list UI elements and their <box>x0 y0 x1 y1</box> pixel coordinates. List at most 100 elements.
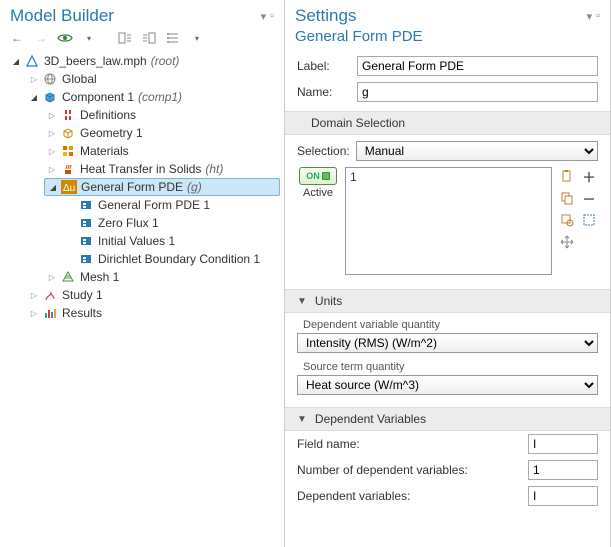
pde-icon: Δu <box>61 179 77 195</box>
panel-header-controls: ▾ ▫ <box>261 10 274 23</box>
move-button[interactable] <box>558 233 576 251</box>
tree-mesh-label: Mesh 1 <box>78 270 119 284</box>
twisty-icon[interactable] <box>47 181 59 193</box>
dependent-variables-header[interactable]: ▼ Dependent Variables <box>285 407 610 431</box>
units-header[interactable]: ▼ Units <box>285 289 610 313</box>
settings-header: Settings ▾ ▫ <box>285 0 610 28</box>
source-term-quantity-dropdown[interactable]: Heat source (W/m^3) <box>297 375 598 395</box>
units-label: Units <box>315 294 342 308</box>
tree-component[interactable]: Component 1 (comp1) <box>26 88 280 106</box>
tree-component-suffix: (comp1) <box>136 90 182 104</box>
tree-dirichlet-label: Dirichlet Boundary Condition 1 <box>96 252 260 266</box>
tree-pde-suffix: (g) <box>185 180 202 194</box>
nav-back-button[interactable]: ← <box>8 30 26 46</box>
geometry-icon <box>60 125 76 141</box>
tree-definitions-label: Definitions <box>78 108 136 122</box>
active-label: Active <box>303 187 333 199</box>
tree-dirichlet-bc[interactable]: Dirichlet Boundary Condition 1 <box>62 250 280 268</box>
dep-var-quantity-legend: Dependent variable quantity <box>297 319 598 331</box>
domain-list-item[interactable]: 1 <box>350 170 547 184</box>
model-tree[interactable]: 3D_beers_law.mph (root) Global <box>0 52 284 547</box>
name-input[interactable] <box>357 82 598 102</box>
label-input[interactable] <box>357 56 598 76</box>
model-root-icon <box>24 53 40 69</box>
field-name-row: Field name: <box>285 431 610 457</box>
tree-results-label: Results <box>60 306 102 320</box>
tree-materials[interactable]: Materials <box>44 142 280 160</box>
select-box-button[interactable] <box>580 211 598 229</box>
twisty-icon[interactable] <box>28 289 40 301</box>
materials-icon <box>60 143 76 159</box>
twisty-icon[interactable] <box>46 109 58 121</box>
collapse-button[interactable] <box>116 30 134 46</box>
domain-body: ON Active 1 ＋ － <box>285 165 610 283</box>
twisty-icon[interactable] <box>46 127 58 139</box>
tree-global[interactable]: Global <box>26 70 280 88</box>
twisty-icon[interactable] <box>28 307 40 319</box>
tree-root[interactable]: 3D_beers_law.mph (root) <box>8 52 280 70</box>
model-builder-title: Model Builder <box>10 6 114 26</box>
dropdown-1-icon[interactable]: ▾ <box>80 30 98 46</box>
tree-mesh[interactable]: Mesh 1 <box>44 268 280 286</box>
expand-button[interactable] <box>140 30 158 46</box>
settings-header-controls: ▾ ▫ <box>587 10 600 23</box>
tree-zero-flux[interactable]: Zero Flux 1 <box>62 214 280 232</box>
tree-geometry-label: Geometry 1 <box>78 126 143 140</box>
dep-var-quantity-dropdown[interactable]: Intensity (RMS) (W/m^2) <box>297 333 598 353</box>
twisty-icon[interactable] <box>46 271 58 283</box>
dropdown-2-icon[interactable]: ▾ <box>188 30 206 46</box>
add-button[interactable]: ＋ <box>580 167 598 185</box>
twisty-icon[interactable] <box>10 55 22 67</box>
definitions-icon <box>60 107 76 123</box>
dep-vars-row: Dependent variables: <box>285 483 610 509</box>
zoom-button[interactable] <box>558 211 576 229</box>
initial-values-icon <box>78 233 94 249</box>
detach-icon[interactable]: ▫ <box>270 10 274 23</box>
twisty-icon[interactable] <box>28 73 40 85</box>
selection-dropdown[interactable]: Manual <box>356 141 598 161</box>
tree-results[interactable]: Results <box>26 304 280 322</box>
collapse-arrow-icon: ▼ <box>297 414 307 425</box>
dependent-variables-label: Dependent Variables <box>315 412 426 426</box>
tree-pde-1[interactable]: General Form PDE 1 <box>62 196 280 214</box>
tree-geometry[interactable]: Geometry 1 <box>44 124 280 142</box>
tree-pde-label: General Form PDE <box>79 180 183 194</box>
num-dep-vars-input[interactable] <box>528 460 598 480</box>
tree-heat-label: Heat Transfer in Solids <box>78 162 201 176</box>
collapse-arrow-icon: ▼ <box>297 296 307 307</box>
source-term-quantity-legend: Source term quantity <box>297 361 598 373</box>
domain-list[interactable]: 1 <box>345 167 552 275</box>
tree-global-label: Global <box>60 72 97 86</box>
tree-study[interactable]: Study 1 <box>26 286 280 304</box>
name-row: Name: <box>285 79 610 105</box>
selection-label: Selection: <box>297 144 350 158</box>
twisty-icon[interactable] <box>46 145 58 157</box>
twisty-icon[interactable] <box>46 163 58 175</box>
minimize-icon[interactable]: ▾ <box>587 10 593 23</box>
label-field-label: Label: <box>297 59 349 73</box>
minimize-icon[interactable]: ▾ <box>261 10 267 23</box>
tree-heat-transfer[interactable]: Heat Transfer in Solids (ht) <box>44 160 280 178</box>
tree-initial-values[interactable]: Initial Values 1 <box>62 232 280 250</box>
paste-button[interactable] <box>558 167 576 185</box>
show-button[interactable] <box>56 30 74 46</box>
active-toggle-box: ON Active <box>297 167 339 199</box>
domain-selection-label: Domain Selection <box>297 116 405 130</box>
settings-title: Settings <box>295 6 356 26</box>
dep-vars-input[interactable] <box>528 486 598 506</box>
model-builder-header: Model Builder ▾ ▫ <box>0 0 284 28</box>
nav-forward-button[interactable]: → <box>32 30 50 46</box>
copy-button[interactable] <box>558 189 576 207</box>
tree-options-button[interactable] <box>164 30 182 46</box>
twisty-icon[interactable] <box>28 91 40 103</box>
active-toggle[interactable]: ON <box>299 167 337 185</box>
tree-root-label: 3D_beers_law.mph <box>42 54 147 68</box>
tree-general-form-pde[interactable]: Δu General Form PDE (g) <box>44 178 280 196</box>
domain-selection-header[interactable]: Domain Selection <box>285 111 610 135</box>
remove-button[interactable]: － <box>580 189 598 207</box>
zero-flux-icon <box>78 215 94 231</box>
field-name-input[interactable] <box>528 434 598 454</box>
dep-vars-label: Dependent variables: <box>297 489 410 503</box>
tree-definitions[interactable]: Definitions <box>44 106 280 124</box>
detach-icon[interactable]: ▫ <box>596 10 600 23</box>
